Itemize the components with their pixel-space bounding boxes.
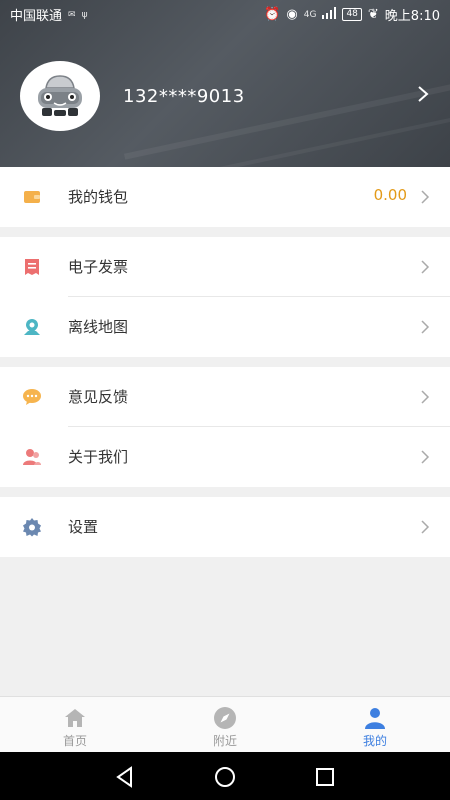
menu-item-label: 意见反馈	[68, 388, 129, 406]
menu-item-about[interactable]: 关于我们	[0, 427, 450, 487]
notification-icon: ✉	[68, 9, 76, 20]
support-group: 意见反馈 关于我们	[0, 367, 450, 487]
status-bar: 中国联通 ✉ ψ ⏰ ◉ 4G 48 ❦ 晚上8:10	[0, 0, 450, 28]
menu-item-invoice[interactable]: 电子发票	[0, 237, 450, 297]
tab-home[interactable]: 首页	[0, 697, 150, 753]
menu-item-feedback[interactable]: 意见反馈	[0, 367, 450, 427]
car-avatar-icon	[38, 75, 82, 116]
menu-item-settings[interactable]: 设置	[0, 497, 450, 557]
tab-label: 我的	[362, 734, 387, 748]
wallet-balance: 0.00	[373, 186, 407, 204]
person-icon	[365, 708, 385, 729]
phone-number: 132****9013	[123, 86, 245, 107]
invoice-icon	[25, 259, 39, 275]
chevron-right-icon	[421, 320, 430, 334]
wallet-group: 我的钱包 0.00	[0, 167, 450, 227]
gear-icon	[23, 518, 41, 537]
alarm-icon: ⏰	[264, 7, 281, 22]
settings-group: 设置	[0, 497, 450, 557]
clock-time: 晚上8:10	[384, 9, 440, 24]
back-icon[interactable]	[113, 765, 137, 789]
chevron-right-icon	[421, 260, 430, 274]
menu-item-label: 离线地图	[68, 318, 129, 336]
signal-icon	[322, 6, 337, 23]
carrier-label: 中国联通	[10, 9, 63, 24]
wallet-icon	[24, 191, 40, 203]
chevron-right-icon	[421, 520, 430, 534]
leaf-icon: ❦	[367, 7, 379, 22]
menu-item-wallet[interactable]: 我的钱包 0.00	[0, 167, 450, 227]
menu-item-label: 关于我们	[68, 448, 129, 466]
chevron-right-icon	[421, 190, 430, 204]
tab-label: 首页	[62, 734, 87, 748]
bottom-tab-bar: 首页 附近 我的	[0, 696, 450, 753]
menu-item-label: 我的钱包	[68, 188, 129, 206]
map-pin-icon	[24, 319, 40, 335]
users-icon	[23, 449, 41, 465]
chevron-right-icon	[421, 390, 430, 404]
menu-item-offline-map[interactable]: 离线地图	[0, 297, 450, 357]
tools-group: 电子发票 离线地图	[0, 237, 450, 357]
profile-header[interactable]: 中国联通 ✉ ψ ⏰ ◉ 4G 48 ❦ 晚上8:10 132****9013	[0, 0, 450, 167]
menu-item-label: 设置	[68, 518, 99, 536]
avatar[interactable]	[20, 61, 100, 131]
eye-icon: ◉	[286, 7, 298, 22]
battery-icon: 48	[342, 8, 362, 21]
compass-icon	[214, 707, 236, 729]
tab-mine[interactable]: 我的	[300, 697, 450, 753]
home-icon	[65, 709, 85, 727]
menu-item-label: 电子发票	[68, 258, 129, 276]
usb-icon: ψ	[81, 9, 88, 20]
chevron-right-icon	[421, 450, 430, 464]
network-type: 4G	[303, 9, 317, 20]
chevron-right-icon[interactable]	[416, 84, 430, 108]
tab-nearby[interactable]: 附近	[150, 697, 300, 753]
system-nav-bar	[0, 752, 450, 800]
tab-label: 附近	[212, 734, 237, 748]
recents-icon[interactable]	[313, 765, 337, 789]
home-circle-icon[interactable]	[213, 765, 237, 789]
chat-bubble-icon	[23, 389, 41, 405]
